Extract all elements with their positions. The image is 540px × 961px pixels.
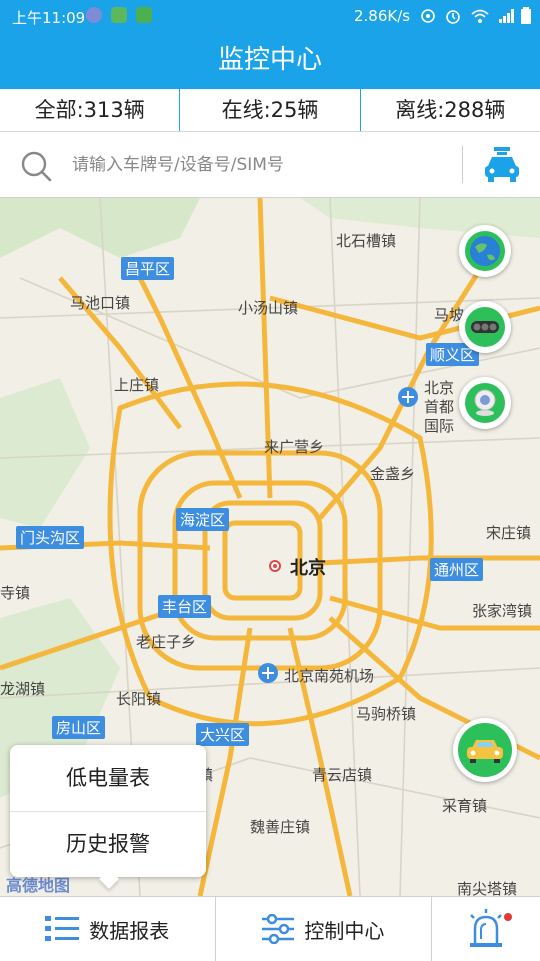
compass-status-icon <box>421 9 435 23</box>
report-popup-menu: 低电量表 历史报警 <box>10 745 206 889</box>
district-mentougou: 门头沟区 <box>16 526 85 549</box>
place-label: 老庄子乡 <box>136 633 197 651</box>
alarm-button[interactable] <box>432 897 540 961</box>
camera-icon <box>465 383 505 423</box>
district-haidian: 海淀区 <box>176 508 230 531</box>
signal-icon <box>499 9 514 23</box>
alarm-siren-icon <box>470 909 503 947</box>
android-app-icon <box>136 7 152 23</box>
search-input[interactable] <box>70 146 454 184</box>
place-label: 北石槽镇 <box>336 232 397 250</box>
stat-online[interactable]: 在线:25辆 <box>179 89 359 131</box>
vehicle-locate-button[interactable] <box>453 718 517 782</box>
tab-control-center[interactable]: 控制中心 <box>214 897 433 961</box>
network-speed: 2.86K/s <box>354 7 411 25</box>
place-label: 来广营乡 <box>264 438 325 456</box>
place-label: 金盏乡 <box>370 465 416 483</box>
low-battery-report-item[interactable]: 低电量表 <box>10 745 206 811</box>
place-label: 青云店镇 <box>312 766 373 784</box>
place-label: 寺镇 <box>0 584 31 602</box>
alarm-clock-icon <box>446 10 460 24</box>
place-label: 上庄镇 <box>114 376 160 394</box>
battery-app-icon <box>111 7 127 23</box>
page-title: 监控中心 <box>0 32 540 89</box>
stat-offline[interactable]: 离线:288辆 <box>359 89 540 131</box>
globe-view-button[interactable] <box>459 225 511 277</box>
stat-all[interactable]: 全部:313辆 <box>0 89 179 131</box>
vehicle-stats-bar: 全部:313辆 在线:25辆 离线:288辆 <box>0 89 540 132</box>
place-label: 马驹桥镇 <box>356 705 417 723</box>
place-label: 魏善庄镇 <box>250 818 311 836</box>
place-label: 张家湾镇 <box>472 602 533 620</box>
place-label: 小汤山镇 <box>238 299 299 317</box>
place-label: 北京南苑机场 <box>284 667 375 685</box>
district-changping: 昌平区 <box>121 257 175 280</box>
tab-data-report[interactable]: 数据报表 <box>0 897 215 961</box>
traffic-button[interactable] <box>459 301 511 353</box>
globe-icon <box>465 231 505 271</box>
district-tongzhou: 通州区 <box>430 558 484 581</box>
place-label: 长阳镇 <box>116 690 162 708</box>
search-bar <box>0 132 540 198</box>
tab-data-report-label: 数据报表 <box>89 918 170 943</box>
sliders-icon <box>262 914 295 944</box>
monitor-camera-button[interactable] <box>459 377 511 429</box>
list-icon <box>45 914 80 944</box>
place-label: 马池口镇 <box>70 294 131 312</box>
city-beijing: 北京 <box>290 558 326 579</box>
place-label: 龙湖镇 <box>0 680 46 698</box>
district-fengtai: 丰台区 <box>158 595 212 618</box>
place-label: 采育镇 <box>442 797 488 815</box>
place-label: 南尖塔镇 <box>457 880 518 896</box>
status-time: 上午11:09 <box>12 9 86 27</box>
place-label: 宋庄镇 <box>486 524 532 542</box>
search-icon[interactable] <box>20 150 52 182</box>
wifi-icon <box>471 9 489 23</box>
status-bar: 上午11:09 2.86K/s <box>0 0 540 32</box>
alarm-notification-dot <box>504 913 513 921</box>
battery-icon <box>521 7 531 24</box>
history-alarm-item[interactable]: 历史报警 <box>10 811 206 877</box>
traffic-light-icon <box>465 307 505 347</box>
tab-control-center-label: 控制中心 <box>304 918 385 943</box>
bottom-nav: 数据报表 控制中心 <box>0 896 540 961</box>
district-daxing: 大兴区 <box>196 723 250 746</box>
location-app-icon <box>86 7 102 23</box>
district-fangshan: 房山区 <box>52 716 106 739</box>
vehicle-list-icon[interactable] <box>482 146 522 184</box>
place-label: 北京首都国际 <box>424 379 455 435</box>
car-icon <box>458 723 512 777</box>
search-divider <box>462 146 463 183</box>
